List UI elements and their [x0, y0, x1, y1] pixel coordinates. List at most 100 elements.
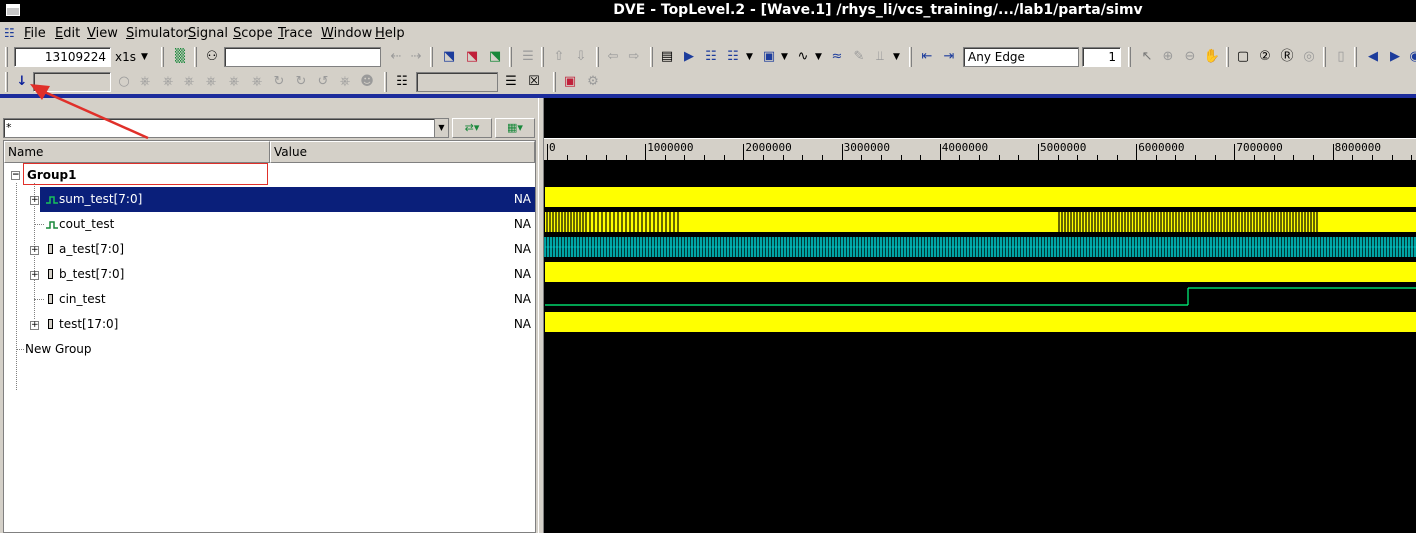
wave-sum-test	[545, 187, 1416, 207]
next-marker-icon[interactable]: ▶	[1386, 48, 1404, 66]
source-icon[interactable]: ▤	[658, 48, 676, 66]
signal-value: NA	[513, 217, 531, 231]
window-icon[interactable]: ▣	[760, 48, 778, 66]
toolbar-grip[interactable]	[596, 47, 599, 67]
edge-select[interactable]: Any Edge	[963, 47, 1079, 67]
filter-options-button[interactable]: ⇄▾	[452, 118, 492, 138]
toolbar-grip[interactable]	[194, 47, 197, 67]
scope-tree-icon[interactable]: ☷	[393, 73, 411, 91]
signal-name: test[17:0]	[59, 317, 119, 331]
upload-icon: ⇧	[553, 49, 565, 64]
waveform-canvas[interactable]	[544, 160, 1416, 533]
signal-row-sum-test[interactable]: sum_test[7:0] NA	[40, 187, 535, 212]
menu-view[interactable]: View	[87, 26, 118, 41]
toolbar-grip[interactable]	[161, 47, 164, 67]
binoculars-icon[interactable]: ⚇	[203, 48, 221, 66]
analog-icon[interactable]: ∿	[794, 48, 812, 66]
toolbar-grip[interactable]	[1354, 47, 1357, 67]
zoom-2-icon[interactable]: ②	[1256, 48, 1274, 66]
step-out-icon: ⎈	[205, 74, 217, 89]
search-select[interactable]	[224, 47, 381, 67]
toolbar-grip[interactable]	[384, 72, 387, 92]
menu-scope[interactable]: Scope	[233, 26, 273, 41]
breakpoint-icon[interactable]: ▣	[561, 73, 579, 91]
prev-edge-icon[interactable]: ⇤	[918, 48, 936, 66]
time-field[interactable]: 13109224	[14, 47, 111, 67]
hierarchy-icon[interactable]: ☷	[702, 48, 720, 66]
drivers-icon[interactable]: ⬔	[440, 48, 458, 66]
menu-help[interactable]: Help	[375, 26, 405, 41]
toolbar-grip[interactable]	[650, 47, 653, 67]
zoom-out-icon[interactable]: ⊖	[1181, 48, 1199, 66]
column-header-name[interactable]: Name	[4, 141, 270, 163]
signal-filter-input[interactable]: * ▼	[3, 118, 449, 138]
restart-icon: ↺	[317, 74, 329, 89]
prev-marker-icon[interactable]: ◀	[1364, 48, 1382, 66]
chevron-down-icon[interactable]: ▼	[893, 52, 900, 62]
compare-icon[interactable]: ≈	[828, 48, 846, 66]
toolbar-grip[interactable]	[1128, 47, 1131, 67]
toolbar-grip[interactable]	[5, 47, 8, 67]
signal-row-a-test[interactable]: a_test[7:0] NA	[4, 237, 535, 262]
group-row-new-group[interactable]: New Group	[4, 337, 535, 362]
toolbar-grip[interactable]	[509, 47, 512, 67]
menu-edit[interactable]: Edit	[55, 26, 80, 41]
chevron-down-icon[interactable]: ▼	[746, 52, 753, 62]
toolbar-grip[interactable]	[1323, 47, 1326, 67]
toolbar-grip[interactable]	[909, 47, 912, 67]
signal-value: NA	[513, 242, 531, 256]
time-unit-select[interactable]: x1s	[115, 50, 136, 64]
ruler-label: 2000000	[745, 141, 792, 154]
toolbar-grip[interactable]	[5, 72, 8, 92]
toolbar-grip[interactable]	[541, 47, 544, 67]
expand-icon[interactable]: +	[30, 271, 39, 280]
zoom-fit-icon[interactable]: ▢	[1234, 48, 1252, 66]
chevron-down-icon[interactable]: ▼	[781, 52, 788, 62]
signal-row-cin-test[interactable]: cin_test NA	[4, 287, 535, 312]
collapse-icon[interactable]: −	[11, 171, 20, 180]
menu-file[interactable]: File	[24, 26, 46, 41]
signal-group-icon[interactable]: ▒	[171, 48, 189, 66]
chevron-down-icon[interactable]: ▼	[141, 52, 148, 62]
loads-icon[interactable]: ⬔	[463, 48, 481, 66]
next-edge-icon[interactable]: ⇥	[940, 48, 958, 66]
run-icon: ⎈	[251, 74, 263, 89]
toolbar-grip[interactable]	[1226, 47, 1229, 67]
time-ruler[interactable]: 0 1000000 2000000 3000000 4000000 5000000 6000…	[544, 138, 1416, 160]
find-prev-icon: ⇠	[390, 49, 402, 64]
expand-icon[interactable]: +	[30, 246, 39, 255]
menu-simulator[interactable]: Simulator	[126, 26, 189, 41]
pan-hand-icon[interactable]: ✋	[1203, 48, 1221, 66]
chevron-down-icon[interactable]: ▼	[815, 52, 822, 62]
signal-row-b-test[interactable]: b_test[7:0] NA	[4, 262, 535, 287]
menu-trace[interactable]: Trace	[278, 26, 313, 41]
schematic-icon: ☰	[522, 49, 534, 64]
toolbar-grip[interactable]	[553, 72, 556, 92]
list-x-icon[interactable]: ☒	[525, 73, 543, 91]
waveform-pane[interactable]: 0 1000000 2000000 3000000 4000000 5000000 6000…	[544, 98, 1416, 533]
step-down-arrow-icon[interactable]: ↓	[13, 73, 31, 91]
ruler-label: 8000000	[1334, 141, 1381, 154]
pointer-icon[interactable]: ↖	[1138, 48, 1156, 66]
signal-row-test[interactable]: test[17:0] NA	[4, 312, 535, 337]
edge-count-field[interactable]: 1	[1082, 47, 1121, 67]
menu-window[interactable]: Window	[321, 26, 372, 41]
ruler-label: 0	[549, 141, 556, 154]
trace-x-icon[interactable]: ⬔	[486, 48, 504, 66]
display-options-button[interactable]: ▦▾	[495, 118, 535, 138]
zoom-in-icon[interactable]: ⊕	[1159, 48, 1177, 66]
list-icon[interactable]: ☰	[502, 73, 520, 91]
expand-icon[interactable]: +	[30, 196, 39, 205]
zoom-cursor-icon[interactable]: Ⓡ	[1278, 48, 1296, 66]
fsm-icon[interactable]: ☷	[724, 48, 742, 66]
bar-icon: ▯	[1337, 49, 1345, 64]
column-header-value[interactable]: Value	[270, 141, 535, 163]
and-gate-icon[interactable]: ▶	[680, 48, 698, 66]
signal-row-cout-test[interactable]: cout_test NA	[4, 212, 535, 237]
marker-icon[interactable]: ◉	[1406, 48, 1416, 66]
ruler-major-tick	[1234, 144, 1236, 160]
chevron-down-icon[interactable]: ▼	[434, 119, 448, 137]
toolbar-grip[interactable]	[430, 47, 433, 67]
expand-icon[interactable]: +	[30, 321, 39, 330]
menu-signal[interactable]: Signal	[188, 26, 228, 41]
